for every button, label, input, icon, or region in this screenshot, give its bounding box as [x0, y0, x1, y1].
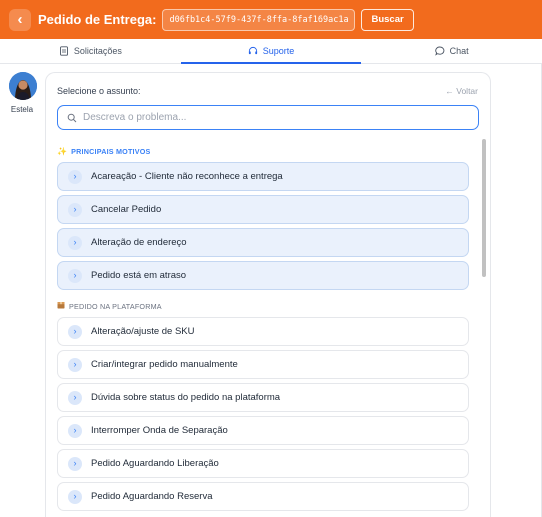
list-item[interactable]: › Alteração de endereço: [57, 228, 469, 257]
problem-search-input[interactable]: [83, 112, 463, 123]
chevron-right-icon: ›: [68, 324, 82, 339]
headset-icon: [248, 46, 258, 56]
scrollbar[interactable]: [482, 137, 486, 517]
list-item[interactable]: › Dúvida sobre status do pedido na plata…: [57, 383, 469, 412]
sparkles-icon: ✨: [57, 147, 68, 156]
item-label: Alteração de endereço: [91, 237, 187, 248]
document-icon: [59, 46, 69, 56]
panel-title: Selecione o assunto:: [57, 86, 141, 96]
chevron-right-icon: ›: [68, 390, 82, 405]
chat-bubble-icon: [434, 46, 445, 56]
chevron-right-icon: ›: [68, 489, 82, 504]
chevron-right-icon: ›: [68, 357, 82, 372]
chevron-right-icon: ›: [68, 235, 82, 250]
list-item[interactable]: › Alteração/ajuste de SKU: [57, 317, 469, 346]
tab-bar: Solicitações Suporte Chat: [0, 39, 542, 64]
agent-name: Estela: [10, 105, 34, 114]
tab-label: Suporte: [262, 46, 295, 56]
section-title-principais: ✨ PRINCIPAIS MOTIVOS: [57, 147, 151, 156]
package-icon: [57, 301, 65, 311]
header-bar: ‹ Pedido de Entrega: Buscar: [0, 0, 542, 39]
list-item[interactable]: › Cancelar Pedido: [57, 195, 469, 224]
list-item[interactable]: › Criar/integrar pedido manualmente: [57, 350, 469, 379]
tab-label: Solicitações: [73, 46, 122, 56]
tab-suporte[interactable]: Suporte: [180, 39, 362, 64]
avatar: [9, 72, 37, 100]
voltar-link[interactable]: ← Voltar: [445, 86, 478, 96]
item-label: Dúvida sobre status do pedido na platafo…: [91, 392, 281, 403]
item-label: Interromper Onda de Separação: [91, 425, 228, 436]
search-icon: [67, 113, 77, 122]
order-id-input[interactable]: [162, 8, 356, 31]
subject-list: ✨ PRINCIPAIS MOTIVOS › Acareação - Clien…: [46, 137, 478, 517]
item-label: Acareação - Cliente não reconhece a entr…: [91, 171, 283, 182]
item-label: Alteração/ajuste de SKU: [91, 326, 195, 337]
section-label: PRINCIPAIS MOTIVOS: [71, 147, 151, 156]
item-label: Cancelar Pedido: [91, 204, 162, 215]
list-item[interactable]: › Pedido Aguardando Reserva: [57, 482, 469, 511]
back-button[interactable]: ‹: [9, 8, 31, 31]
agent-rail: Estela: [0, 64, 44, 517]
chevron-right-icon: ›: [68, 268, 82, 283]
chevron-right-icon: ›: [68, 169, 82, 184]
chevron-right-icon: ›: [68, 202, 82, 217]
item-label: Criar/integrar pedido manualmente: [91, 359, 238, 370]
item-label: Pedido Aguardando Liberação: [91, 458, 219, 469]
tab-chat[interactable]: Chat: [361, 39, 542, 63]
chevron-right-icon: ›: [68, 456, 82, 471]
list-item[interactable]: › Acareação - Cliente não reconhece a en…: [57, 162, 469, 191]
item-label: Pedido Aguardando Reserva: [91, 491, 213, 502]
chevron-right-icon: ›: [68, 423, 82, 438]
list-item[interactable]: › Pedido está em atraso: [57, 261, 469, 290]
chevron-left-icon: ‹: [17, 11, 23, 28]
tab-label: Chat: [449, 46, 469, 56]
list-item[interactable]: › Pedido Aguardando Liberação: [57, 449, 469, 478]
scrollbar-thumb[interactable]: [482, 139, 486, 277]
tab-solicitacoes[interactable]: Solicitações: [0, 39, 181, 63]
section-label: PEDIDO NA PLATAFORMA: [69, 301, 162, 311]
section-title-plataforma: PEDIDO NA PLATAFORMA: [57, 301, 162, 311]
item-label: Pedido está em atraso: [91, 270, 187, 281]
problem-search-box[interactable]: [57, 105, 479, 130]
list-item[interactable]: › Interromper Onda de Separação: [57, 416, 469, 445]
header-title: Pedido de Entrega:: [38, 12, 157, 27]
search-button[interactable]: Buscar: [361, 8, 414, 31]
support-panel: Selecione o assunto: ← Voltar ✨ PRINCIPA…: [45, 72, 491, 517]
